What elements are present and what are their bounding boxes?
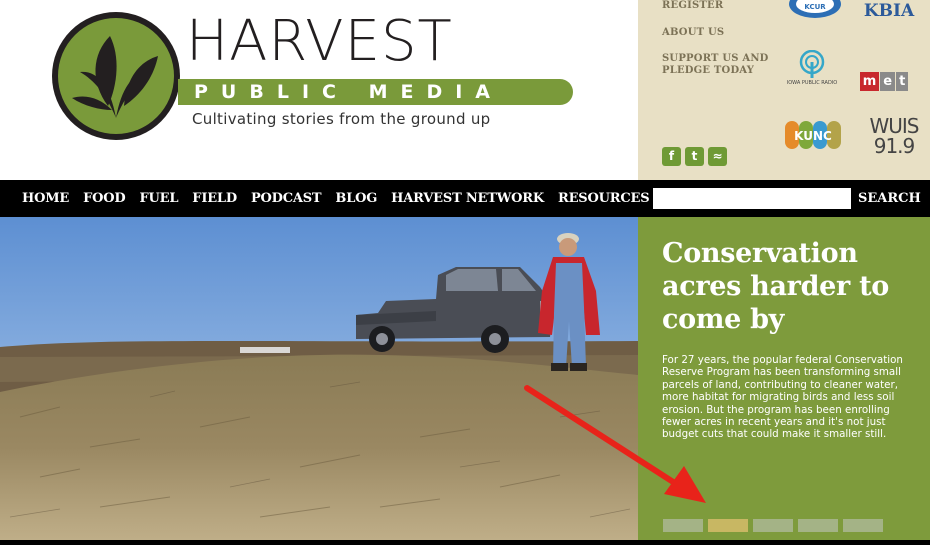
slide-dot-2[interactable] <box>708 519 748 532</box>
iowa-public-radio-label: IOWA PUBLIC RADIO <box>786 80 838 86</box>
wuis-frequency: 91.9 <box>873 134 916 158</box>
kcur-label: KCUR <box>804 3 826 11</box>
farm-photo-image <box>0 217 638 540</box>
hero-photo[interactable] <box>0 217 638 540</box>
nav-item-podcast[interactable]: PODCAST <box>251 191 322 206</box>
kunc-logo-icon: KUNC <box>785 121 841 149</box>
nav-item-harvest-network[interactable]: HARVEST NETWORK <box>391 191 544 206</box>
search-input[interactable] <box>653 188 851 209</box>
harvest-logo-icon[interactable] <box>50 10 182 142</box>
met-letter: t <box>896 71 909 91</box>
brand-tagline: Cultivating stories from the ground up <box>192 110 491 128</box>
iowa-public-radio-icon <box>799 50 825 78</box>
feature-title-link[interactable]: Conservation acres harder to come by <box>662 237 924 336</box>
about-us-link[interactable]: ABOUT US <box>662 27 724 39</box>
slide-dot-4[interactable] <box>798 519 838 532</box>
kcur-logo[interactable]: KCUR <box>786 0 844 22</box>
nav-item-blog[interactable]: BLOG <box>335 191 377 206</box>
twitter-icon[interactable]: t <box>685 147 704 166</box>
kcur-logo-icon: KCUR <box>789 0 841 18</box>
rss-icon[interactable]: ≈ <box>708 147 727 166</box>
partner-panel: REGISTER ABOUT US SUPPORT US AND PLEDGE … <box>638 0 930 180</box>
slide-dot-5[interactable] <box>843 519 883 532</box>
support-pledge-link[interactable]: SUPPORT US AND PLEDGE TODAY <box>662 53 772 77</box>
site-header: HARVEST PUBLIC MEDIA Cultivating stories… <box>0 0 638 180</box>
feature-panel: Conservation acres harder to come by For… <box>638 217 930 540</box>
nav-item-field[interactable]: FIELD <box>192 191 237 206</box>
met-letter: e <box>880 71 896 91</box>
facebook-icon[interactable]: f <box>662 147 681 166</box>
register-link[interactable]: REGISTER <box>662 0 723 12</box>
nav-item-home[interactable]: HOME <box>22 191 69 206</box>
feature-summary: For 27 years, the popular federal Conser… <box>662 354 903 441</box>
kbia-logo[interactable]: KBIA <box>860 0 918 22</box>
bottom-border <box>0 540 930 545</box>
slide-pager <box>663 519 883 532</box>
iowa-public-radio-logo[interactable]: IOWA PUBLIC RADIO <box>780 46 844 90</box>
wuis-logo[interactable]: WUIS 91.9 <box>864 114 924 158</box>
search-button[interactable]: SEARCH <box>858 188 921 209</box>
nav-menu: HOME FOOD FUEL FIELD PODCAST BLOG HARVES… <box>22 180 650 217</box>
nav-item-food[interactable]: FOOD <box>83 191 126 206</box>
kunc-logo[interactable]: KUNC <box>784 116 842 154</box>
met-logo[interactable]: m e t <box>852 70 916 92</box>
slide-dot-3[interactable] <box>753 519 793 532</box>
brand-title: HARVEST <box>186 9 453 74</box>
kunc-label: KUNC <box>794 129 832 143</box>
nav-item-resources[interactable]: RESOURCES <box>558 191 650 206</box>
slide-dot-1[interactable] <box>663 519 703 532</box>
met-letter: m <box>859 71 880 91</box>
wuis-label: WUIS <box>869 114 919 138</box>
social-links: f t ≈ <box>662 147 727 166</box>
nav-item-fuel[interactable]: FUEL <box>139 191 178 206</box>
brand-subtitle: PUBLIC MEDIA <box>194 81 504 103</box>
